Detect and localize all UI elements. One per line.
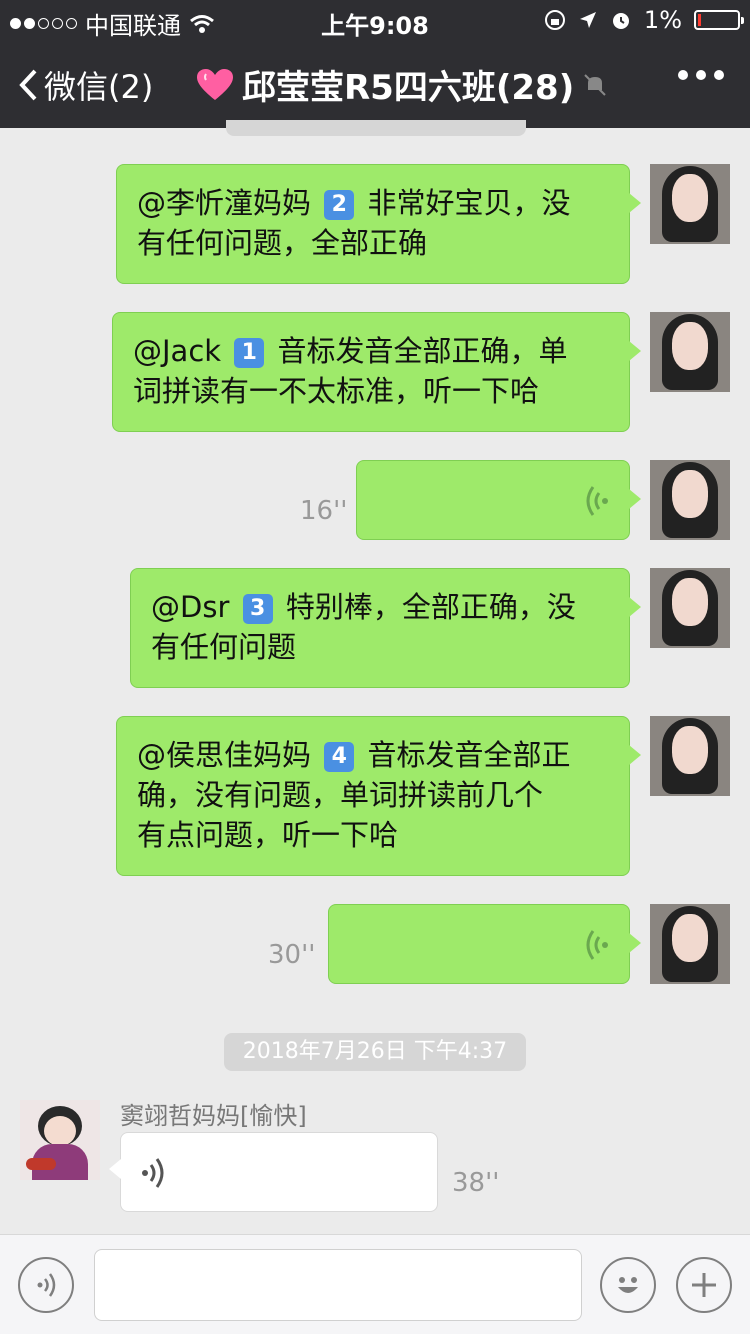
rotation-lock-icon	[544, 10, 565, 30]
message-bubble[interactable]: @侯思佳妈妈 4 音标发音全部正 确，没有问题，单词拼读前几个 有点问题，听一下…	[116, 716, 641, 876]
prev-timestamp-fragment	[226, 120, 526, 136]
location-icon	[579, 12, 596, 28]
battery-icon	[694, 10, 744, 30]
message-text: 确，没有问题，单词拼读前几个	[137, 778, 544, 812]
voice-icon	[37, 1273, 56, 1297]
sender-avatar[interactable]	[20, 1100, 100, 1180]
more-options-button[interactable]	[678, 70, 724, 80]
input-bar	[0, 1234, 750, 1334]
message-text: 有任何问题，全部正确	[137, 226, 428, 260]
avatar[interactable]	[650, 164, 730, 244]
voice-input-button[interactable]	[18, 1257, 74, 1313]
voice-message-bubble[interactable]	[328, 904, 641, 984]
mention: @Jack	[133, 334, 222, 368]
status-bar: 中国联通 上午9:08 1%	[0, 0, 750, 40]
chevron-left-icon	[19, 69, 37, 101]
message-text: 特别棒，全部正确，没	[285, 590, 576, 624]
number-badge: 1	[234, 338, 265, 368]
avatar[interactable]	[650, 568, 730, 648]
number-badge: 2	[324, 190, 355, 220]
message-bubble[interactable]: @Dsr 3 特别棒，全部正确，没 有任何问题	[130, 568, 641, 688]
message-text: 非常好宝贝，没	[367, 186, 571, 220]
mention: @Dsr	[151, 590, 230, 624]
voice-message-bubble[interactable]	[109, 1132, 438, 1212]
voice-wave-icon	[586, 930, 608, 960]
smiley-icon	[618, 1277, 638, 1293]
voice-duration: 16''	[300, 496, 348, 526]
mute-icon	[584, 73, 606, 96]
avatar[interactable]	[650, 460, 730, 540]
sender-name: 窦翊哲妈妈[愉快]	[120, 1102, 307, 1130]
mention: @侯思佳妈妈	[137, 738, 312, 772]
battery-percent: 1%	[643, 6, 682, 34]
message-bubble[interactable]: @李忻潼妈妈 2 非常好宝贝，没 有任何问题，全部正确	[116, 164, 641, 284]
avatar[interactable]	[650, 716, 730, 796]
voice-wave-icon	[586, 486, 608, 516]
voice-duration: 30''	[268, 940, 316, 970]
avatar[interactable]	[650, 312, 730, 392]
back-label: 微信(2)	[44, 68, 154, 106]
message-text: 有点问题，听一下哈	[137, 818, 399, 852]
heart-icon	[197, 68, 233, 100]
back-button[interactable]: 微信(2)	[18, 62, 153, 108]
more-input-button[interactable]	[676, 1257, 732, 1313]
timestamp: 2018年7月26日 下午4:37	[224, 1033, 526, 1071]
alarm-icon	[612, 13, 629, 29]
nav-bar: 微信(2) 邱莹莹R5四六班(28)	[0, 40, 750, 128]
message-text: 词拼读有一不太标准，听一下哈	[133, 374, 540, 408]
mention: @李忻潼妈妈	[137, 186, 312, 220]
chat-title-area[interactable]: 邱莹莹R5四六班(28)	[196, 60, 608, 109]
voice-message-bubble[interactable]	[356, 460, 641, 540]
message-text: 有任何问题	[151, 630, 297, 664]
avatar[interactable]	[650, 904, 730, 984]
chat-title: 邱莹莹R5四六班(28)	[242, 68, 575, 108]
plus-icon	[692, 1273, 716, 1297]
emoji-button[interactable]	[600, 1257, 656, 1313]
voice-wave-icon	[142, 1158, 164, 1188]
message-bubble[interactable]: @Jack 1 音标发音全部正确，单 词拼读有一不太标准，听一下哈	[112, 312, 641, 432]
message-input[interactable]	[94, 1249, 582, 1321]
number-badge: 4	[324, 742, 355, 772]
message-text: 音标发音全部正	[367, 738, 571, 772]
number-badge: 3	[242, 594, 273, 624]
voice-duration: 38''	[452, 1168, 500, 1198]
message-text: 音标发音全部正确，单	[277, 334, 568, 368]
